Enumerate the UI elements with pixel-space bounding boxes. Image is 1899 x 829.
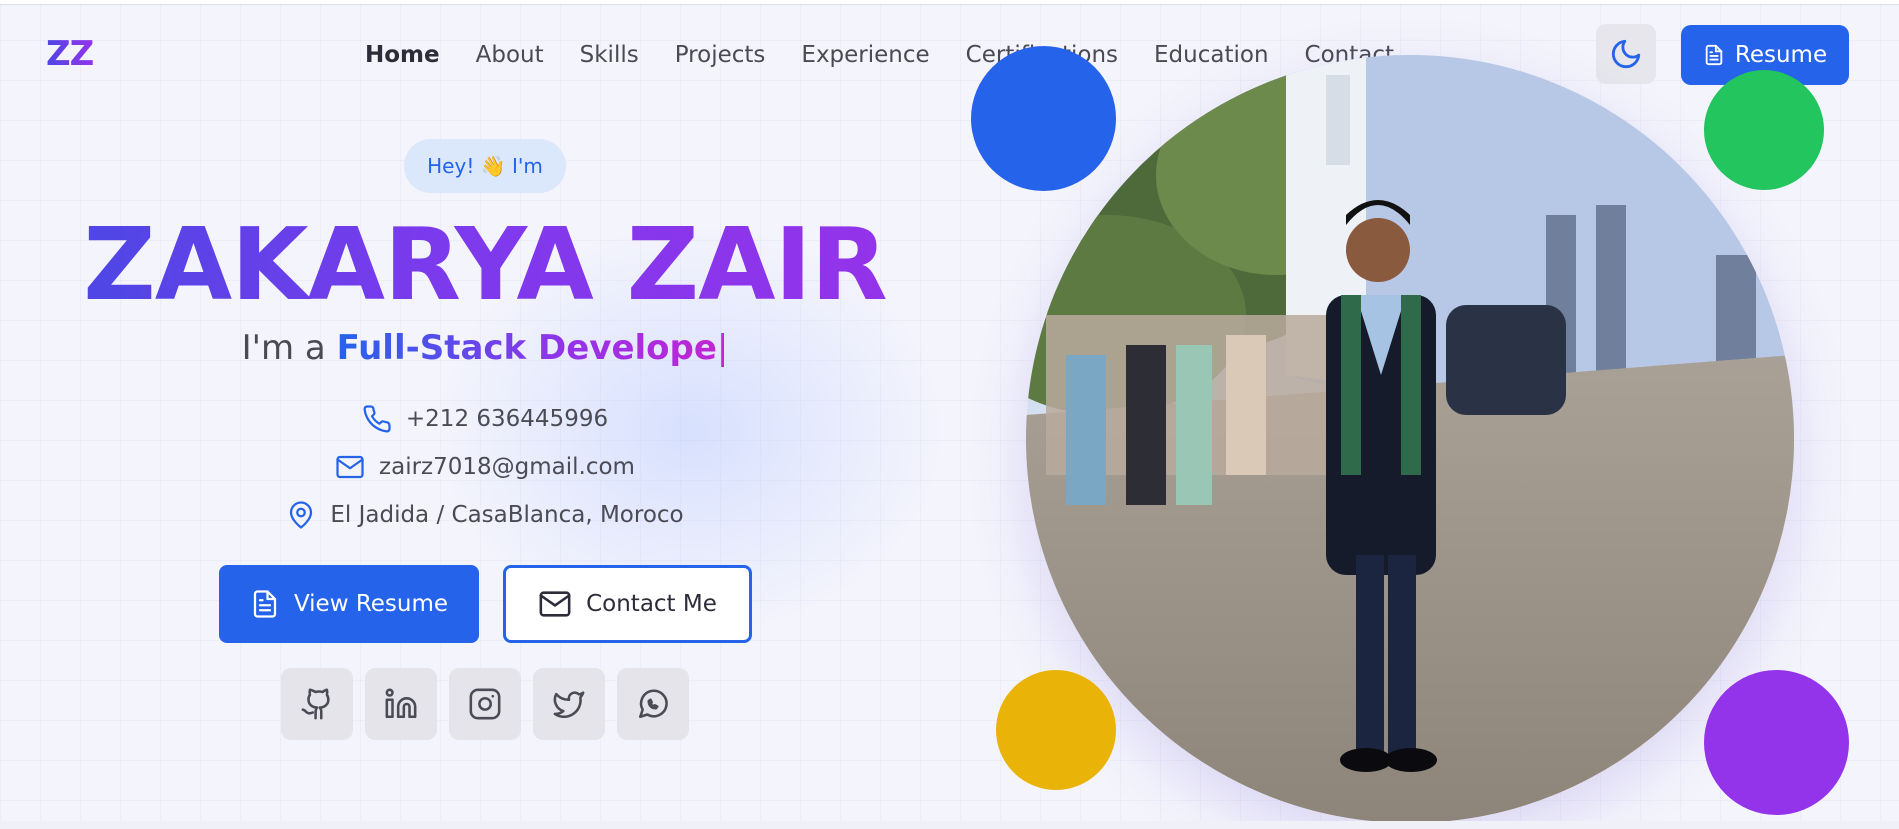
contact-me-label: Contact Me bbox=[586, 591, 717, 617]
tagline-role: Full-Stack Develope bbox=[336, 328, 717, 368]
location-text: El Jadida / CasaBlanca, Moroco bbox=[330, 502, 684, 528]
location-row: El Jadida / CasaBlanca, Moroco bbox=[0, 500, 970, 530]
email-address[interactable]: zairz7018@gmail.com bbox=[379, 454, 635, 480]
mail-icon bbox=[336, 455, 364, 479]
hero-name: ZAKARYA ZAIR bbox=[0, 210, 970, 320]
tagline-prefix: I'm a bbox=[241, 328, 326, 368]
view-resume-label: View Resume bbox=[293, 591, 449, 617]
phone-number[interactable]: +212 636445996 bbox=[406, 406, 608, 432]
instagram-icon bbox=[469, 688, 501, 720]
document-icon bbox=[1705, 44, 1723, 66]
decor-circle-blue bbox=[971, 46, 1116, 191]
mail-icon bbox=[539, 591, 571, 617]
main-nav: Home About Skills Projects Experience Ce… bbox=[365, 42, 1430, 68]
github-icon bbox=[301, 688, 330, 720]
nav-experience[interactable]: Experience bbox=[801, 42, 929, 68]
twitter-icon bbox=[553, 691, 585, 719]
linkedin-link[interactable] bbox=[365, 668, 437, 740]
view-resume-button[interactable]: View Resume bbox=[219, 565, 479, 643]
social-links bbox=[281, 668, 689, 740]
nav-education[interactable]: Education bbox=[1154, 42, 1269, 68]
twitter-link[interactable] bbox=[533, 668, 605, 740]
linkedin-icon bbox=[385, 688, 417, 719]
profile-photo-illustration bbox=[1026, 55, 1794, 823]
greeting-badge: Hey! 👋 I'm bbox=[404, 139, 566, 193]
nav-projects[interactable]: Projects bbox=[675, 42, 766, 68]
hero-tagline: I'm a Full-Stack Develope| bbox=[0, 328, 970, 368]
profile-photo bbox=[1026, 55, 1794, 823]
nav-skills[interactable]: Skills bbox=[580, 42, 639, 68]
instagram-link[interactable] bbox=[449, 668, 521, 740]
whatsapp-link[interactable] bbox=[617, 668, 689, 740]
document-icon bbox=[253, 590, 277, 618]
decor-circle-yellow bbox=[996, 670, 1116, 790]
site-logo[interactable]: ZZ bbox=[46, 34, 94, 74]
header-resume-label: Resume bbox=[1734, 42, 1828, 68]
decor-circle-green bbox=[1704, 70, 1824, 190]
moon-icon bbox=[1611, 39, 1641, 69]
nav-home[interactable]: Home bbox=[365, 42, 440, 68]
decor-circle-purple bbox=[1704, 670, 1849, 815]
email-row: zairz7018@gmail.com bbox=[0, 452, 970, 482]
phone-row: +212 636445996 bbox=[0, 404, 970, 434]
contact-me-button[interactable]: Contact Me bbox=[503, 565, 752, 643]
window-top-edge bbox=[0, 0, 1899, 5]
theme-toggle-button[interactable] bbox=[1596, 24, 1656, 84]
phone-icon bbox=[363, 405, 391, 433]
whatsapp-icon bbox=[638, 689, 668, 719]
github-link[interactable] bbox=[281, 668, 353, 740]
bottom-edge bbox=[0, 821, 1899, 829]
map-pin-icon bbox=[290, 501, 313, 529]
nav-about[interactable]: About bbox=[476, 42, 544, 68]
typing-cursor: | bbox=[716, 328, 729, 368]
